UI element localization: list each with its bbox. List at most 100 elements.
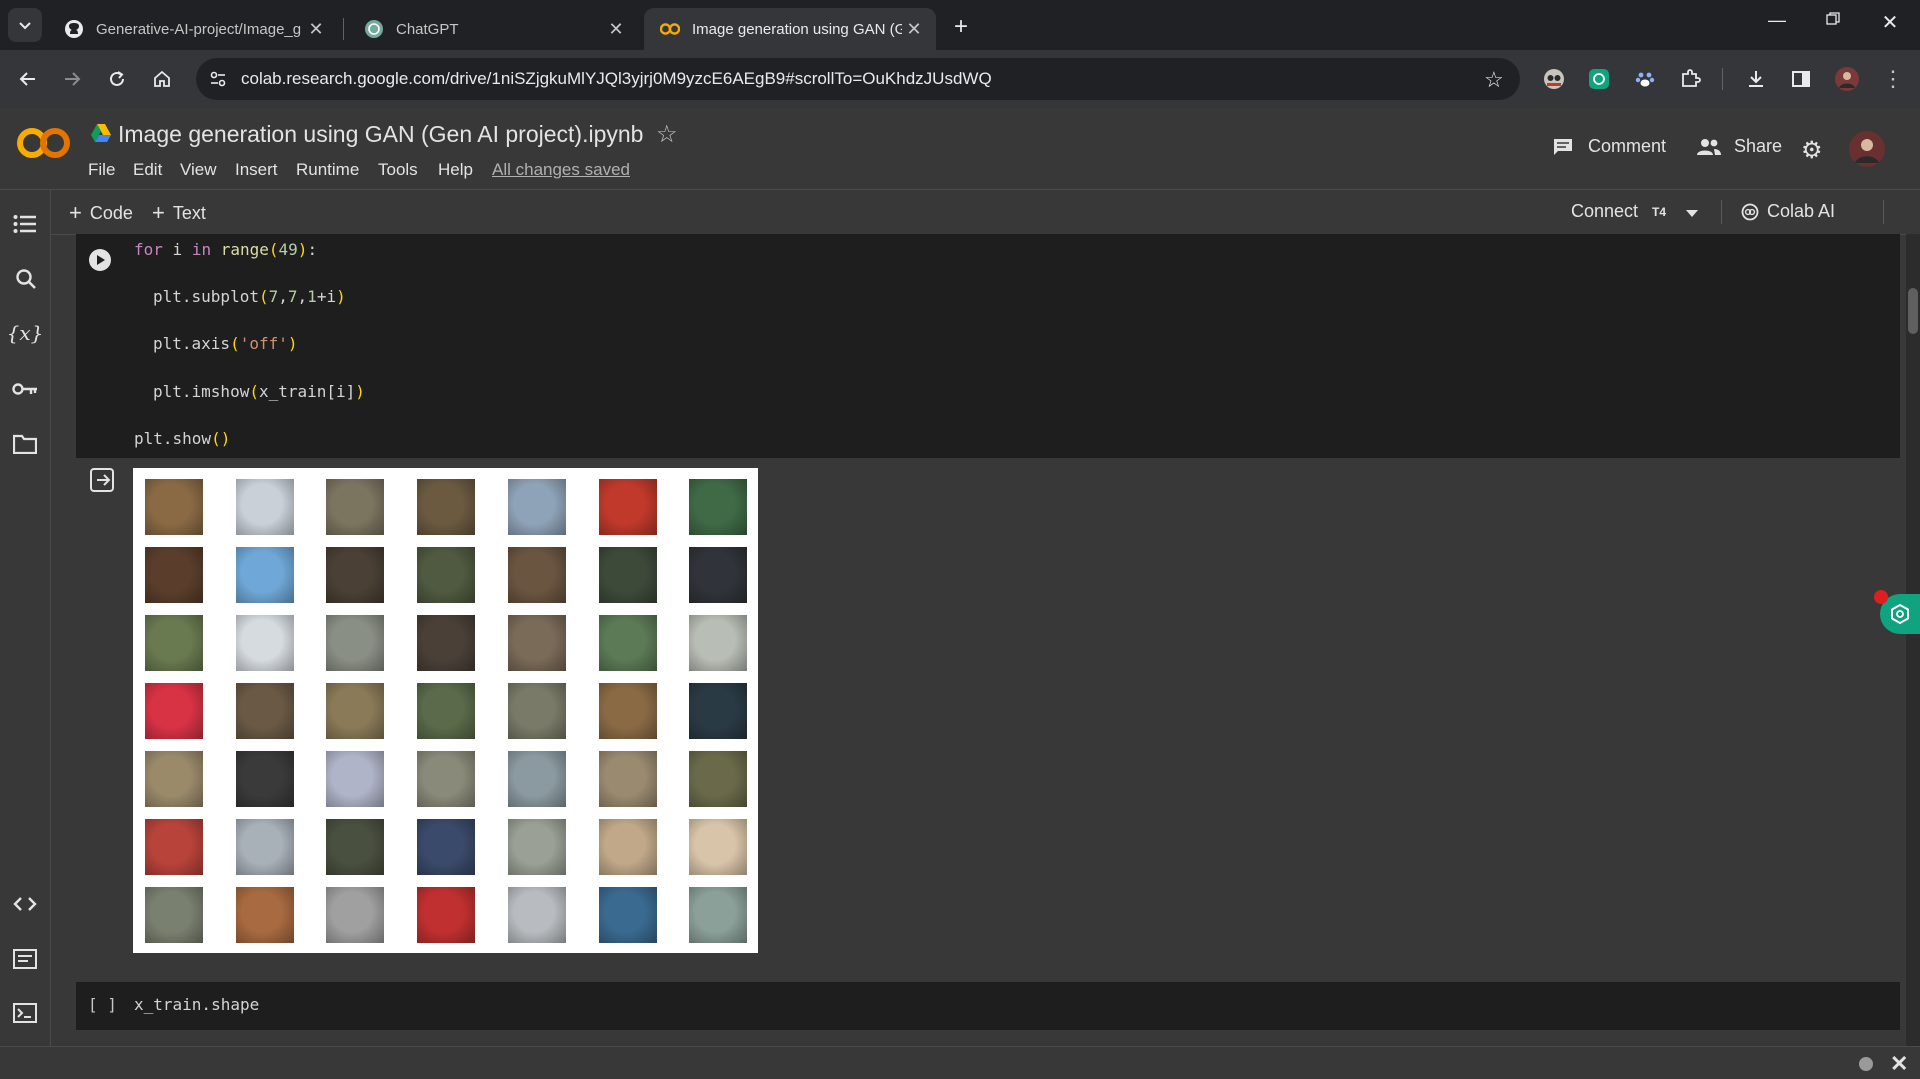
side-panel-icon[interactable]: [1783, 61, 1819, 97]
files-folder-icon[interactable]: [8, 427, 42, 461]
sample-image: [145, 751, 203, 807]
command-palette-icon[interactable]: [8, 942, 42, 976]
sample-image: [235, 479, 294, 535]
sample-image: [417, 751, 476, 807]
close-window-icon[interactable]: ✕: [1870, 10, 1910, 40]
home-icon[interactable]: [144, 61, 180, 97]
forward-icon[interactable]: [54, 61, 90, 97]
colab-logo[interactable]: [16, 126, 72, 165]
code-line[interactable]: plt.axis('off'): [153, 334, 298, 353]
chatgpt-extension-icon[interactable]: [1581, 61, 1617, 97]
secrets-key-icon[interactable]: [8, 372, 42, 406]
play-icon: [89, 249, 111, 271]
comment-button[interactable]: Comment: [1552, 136, 1666, 157]
status-bar: ✕: [0, 1046, 1920, 1079]
add-code-label: Code: [89, 202, 133, 223]
table-of-contents-icon[interactable]: [8, 207, 42, 241]
menu-runtime[interactable]: Runtime: [296, 160, 359, 180]
code-token: ): [287, 334, 298, 353]
back-icon[interactable]: [10, 61, 46, 97]
scrollbar-thumb[interactable]: [1908, 288, 1918, 334]
menu-edit[interactable]: Edit: [133, 160, 162, 180]
menu-view[interactable]: View: [180, 160, 217, 180]
toolbar-divider: [1721, 200, 1722, 224]
menu-insert[interactable]: Insert: [235, 160, 278, 180]
menu-tools[interactable]: Tools: [378, 160, 418, 180]
comment-label: Comment: [1588, 136, 1667, 156]
browser-tab-chatgpt[interactable]: ChatGPT ✕: [348, 8, 638, 50]
extensions-puzzle-icon[interactable]: [1672, 61, 1708, 97]
terminal-icon[interactable]: [8, 996, 42, 1030]
reload-icon[interactable]: [99, 61, 135, 97]
notebook-scrollbar[interactable]: [1906, 234, 1920, 1046]
plus-icon: +: [152, 200, 165, 225]
paw-extension-icon[interactable]: [1627, 61, 1663, 97]
toolbar-divider: [1722, 68, 1723, 90]
variables-icon[interactable]: {x}: [7, 316, 44, 350]
code-line[interactable]: plt.subplot(7,7,1+i): [153, 287, 346, 306]
runtime-dropdown-icon[interactable]: [1685, 206, 1699, 224]
code-token: plt.axis: [153, 334, 231, 353]
close-tab-icon[interactable]: ✕: [604, 19, 628, 40]
notification-dot: [1874, 590, 1888, 604]
url-text[interactable]: colab.research.google.com/drive/1niSZjgk…: [241, 58, 992, 100]
close-tab-icon[interactable]: ✕: [902, 19, 926, 40]
tab-divider: [343, 18, 344, 40]
star-notebook-icon[interactable]: ☆: [656, 120, 678, 149]
download-icon[interactable]: [1738, 61, 1774, 97]
code-token: (: [230, 334, 240, 353]
cell-execution-count[interactable]: [ ]: [88, 995, 117, 1014]
sample-image: [689, 819, 748, 875]
close-tab-icon[interactable]: ✕: [304, 19, 328, 40]
browser-tab-github[interactable]: Generative-AI-project/Image_g ✕: [48, 8, 338, 50]
sample-image: [145, 547, 203, 603]
code-token: 49: [278, 240, 298, 259]
code-token: plt.subplot: [153, 287, 259, 306]
code-token: :: [307, 240, 318, 259]
add-code-cell-button[interactable]: + Code: [69, 200, 133, 226]
browser-tab-colab[interactable]: Image generation using GAN (G ✕: [644, 8, 936, 50]
code-line[interactable]: plt.imshow(x_train[i]): [153, 382, 365, 401]
add-text-cell-button[interactable]: + Text: [152, 200, 206, 226]
sample-image: [145, 887, 203, 943]
colab-ai-button[interactable]: Colab AI: [1741, 201, 1835, 222]
close-status-icon[interactable]: ✕: [1890, 1051, 1908, 1077]
sample-image: [598, 479, 657, 535]
code-line[interactable]: x_train.shape: [134, 995, 259, 1014]
google-drive-icon[interactable]: [90, 123, 112, 148]
code-token: (): [211, 429, 231, 448]
sample-image: [235, 751, 294, 807]
browser-menu-icon[interactable]: ⋮: [1875, 61, 1911, 97]
account-avatar[interactable]: [1848, 130, 1886, 173]
notebook-title[interactable]: Image generation using GAN (Gen AI proje…: [118, 121, 643, 148]
sample-image: [689, 615, 748, 671]
settings-gear-icon[interactable]: ⚙: [1801, 136, 1823, 165]
connect-runtime-button[interactable]: Connect T4: [1571, 201, 1666, 222]
output-toggle-icon[interactable]: [90, 468, 116, 497]
address-bar[interactable]: colab.research.google.com/drive/1niSZjgk…: [196, 58, 1520, 100]
restore-window-icon[interactable]: [1813, 12, 1853, 42]
profile-avatar[interactable]: [1829, 61, 1865, 97]
code-line[interactable]: plt.show(): [134, 429, 230, 448]
code-snippets-icon[interactable]: [8, 887, 42, 921]
status-indicator-dot: [1859, 1057, 1873, 1071]
bookmark-star-icon[interactable]: ☆: [1484, 67, 1504, 93]
code-cell[interactable]: for i in range(49): plt.subplot(7,7,1+i) p…: [76, 234, 1900, 458]
code-line[interactable]: for i in range(49):: [134, 240, 317, 259]
menu-file[interactable]: File: [88, 160, 115, 180]
minimize-window-icon[interactable]: —: [1757, 10, 1797, 40]
run-cell-button[interactable]: [88, 248, 112, 277]
sample-image: [417, 547, 476, 603]
new-tab-button[interactable]: +: [944, 10, 978, 44]
menu-help[interactable]: Help: [438, 160, 473, 180]
tab-title: ChatGPT: [396, 20, 459, 38]
code-token: ): [297, 240, 308, 259]
save-status-link[interactable]: All changes saved: [492, 160, 630, 180]
code-cell[interactable]: [ ] x_train.shape: [76, 982, 1900, 1030]
add-text-label: Text: [172, 202, 206, 223]
search-icon[interactable]: [9, 262, 43, 296]
tab-search-button[interactable]: [8, 8, 42, 42]
extension-avatar-icon[interactable]: [1536, 61, 1572, 97]
site-settings-icon[interactable]: [208, 69, 228, 89]
share-button[interactable]: Share: [1696, 136, 1782, 157]
